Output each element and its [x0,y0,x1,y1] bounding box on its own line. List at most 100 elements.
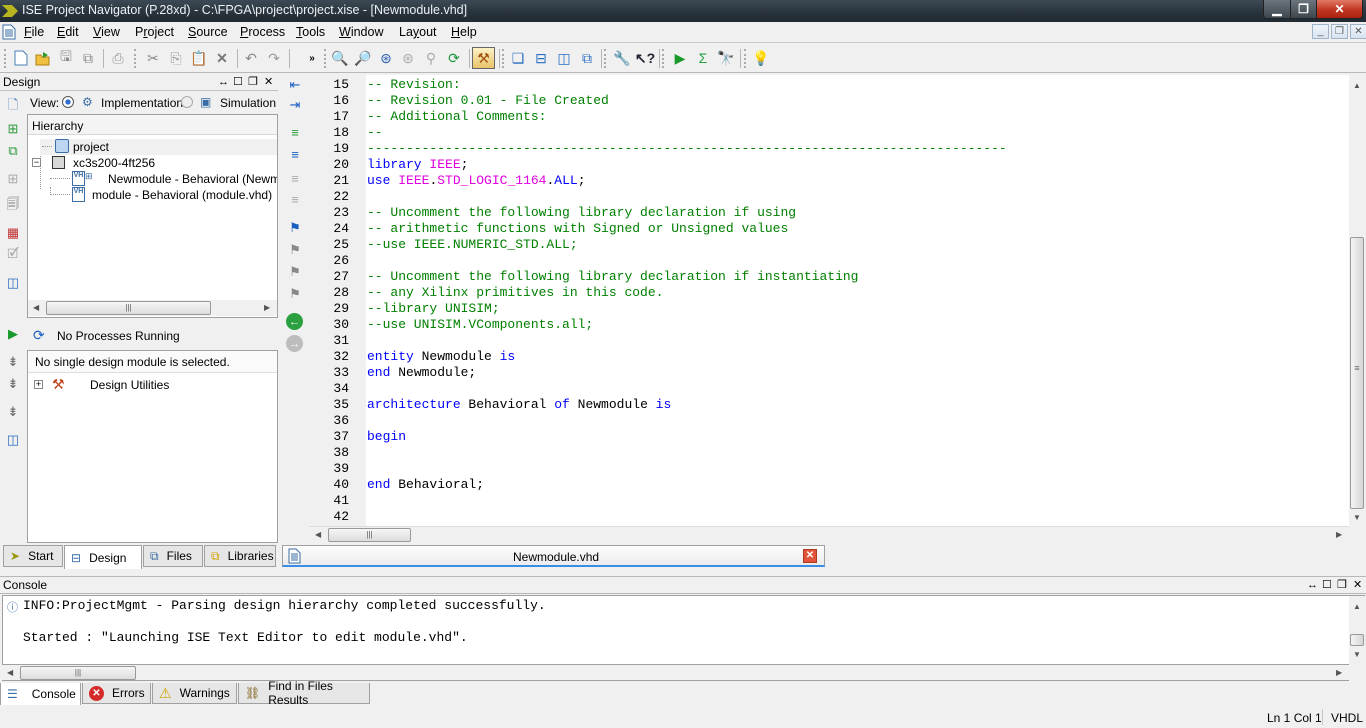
whats-this-button[interactable]: ↖? [635,48,655,68]
menu-view[interactable]: View [93,25,120,39]
document-icon[interactable] [2,24,16,40]
maximize-icon[interactable]: ☐ [233,74,243,91]
toolbar-grip[interactable] [744,49,746,68]
scroll-right-icon[interactable]: ▶ [1336,668,1342,677]
editor-file-tab[interactable]: Newmodule.vhd ✕ [282,545,825,567]
run-process-button[interactable]: ▶ [5,326,21,342]
scroll-left-icon[interactable]: ◀ [33,303,39,312]
zoom-out-button[interactable]: 🔎 [353,48,373,68]
rerun-all-button[interactable]: ⇟ [5,376,21,392]
expand-icon[interactable]: + [34,380,43,389]
simulation-label[interactable]: Simulation [220,96,276,110]
add-copy-source-button[interactable]: ⧉ [5,143,21,159]
float-icon[interactable]: ↔ [1307,577,1318,594]
explore-button[interactable]: 🔭 [716,48,736,68]
mdi-minimize-button[interactable]: _ [1312,24,1329,39]
copy-button[interactable]: ⎘ [166,48,186,68]
menu-file[interactable]: File [24,25,44,39]
tab-design[interactable]: ⊟ Design [64,545,142,569]
mdi-restore-button[interactable]: ❐ [1331,24,1348,39]
tile-vertical-button[interactable]: ◫ [554,48,574,68]
tree-item-project[interactable]: project [40,139,277,155]
stop-button[interactable]: ⇟ [5,404,21,420]
panel-layout-button[interactable]: ◫ [5,275,21,291]
menu-project[interactable]: Project [135,25,174,39]
maximize-icon[interactable]: ☐ [1322,577,1332,594]
zoom-selection-button[interactable]: ⊛ [398,48,418,68]
source-properties-button[interactable]: 🗐 [5,196,21,214]
scroll-down-icon[interactable]: ▼ [1353,650,1361,659]
toolbar-grip[interactable] [134,49,136,68]
redo-button[interactable]: ↷ [264,48,284,68]
scroll-left-icon[interactable]: ◀ [315,530,321,539]
view-report-button[interactable]: 🗹 [5,246,21,264]
rerun-button[interactable]: ⇟ [5,354,21,370]
menu-source[interactable]: Source [188,25,228,39]
cascade-windows-button[interactable]: ❏ [508,48,528,68]
implementation-label[interactable]: Implementation [101,96,183,110]
zoom-fit-button[interactable]: ⊛ [376,48,396,68]
menu-help[interactable]: Help [451,25,477,39]
menu-edit[interactable]: Edit [57,25,79,39]
tree-item-module[interactable]: VH module - Behavioral (module.vhd) [50,187,277,203]
console-output[interactable]: ⓘ INFO:ProjectMgmt - Parsing design hier… [2,595,1350,665]
float-icon[interactable]: ↔ [218,74,229,91]
tab-find-in-files[interactable]: ⛓ Find in Files Results [238,679,370,707]
menu-tools[interactable]: Tools [296,25,325,39]
indent-button[interactable]: ⇥ [287,97,303,113]
save-button[interactable]: 🖫 [56,48,76,68]
collapse-icon[interactable]: − [32,158,41,167]
zoom-in-button[interactable]: 🔍 [330,48,350,68]
toolbar-overflow-button[interactable]: » [302,48,322,68]
toggle-bookmark-button[interactable]: ⚑ [287,220,303,236]
hierarchy-hscrollbar[interactable]: ◀ ||| ▶ [28,300,277,316]
tree-item-device[interactable]: − xc3s200-4ft256 [32,155,277,171]
delete-button[interactable]: ✕ [212,48,232,68]
go-forward-button[interactable]: → [286,335,303,352]
scroll-thumb[interactable]: ||| [328,528,411,542]
design-summary-button[interactable]: ▦ [5,225,21,241]
scroll-left-icon[interactable]: ◀ [7,668,13,677]
summary-button[interactable]: Σ [693,48,713,68]
implementation-radio[interactable] [62,96,74,108]
close-button[interactable]: ✕ [1316,0,1363,19]
undo-button[interactable]: ↶ [241,48,261,68]
menu-window[interactable]: Window [339,25,383,39]
scroll-right-icon[interactable]: ▶ [264,303,270,312]
unindent-button[interactable]: ⇤ [287,77,303,93]
scroll-up-icon[interactable]: ▲ [1353,602,1361,611]
module-view-button[interactable]: ⊞ [5,171,21,187]
scroll-thumb[interactable]: ||| [46,301,211,315]
restore-icon[interactable]: ❐ [1337,577,1347,594]
tree-item-design-utilities[interactable]: + ⚒ Design Utilities [34,376,274,394]
open-button[interactable] [33,48,53,68]
tile-horizontal-button[interactable]: ⊟ [531,48,551,68]
clear-bookmarks-button[interactable]: ⚑ [287,286,303,302]
scroll-thumb[interactable] [1350,634,1364,646]
editor-vscrollbar[interactable]: ▲ ≡ ▼ [1349,75,1365,526]
go-back-button[interactable]: ← [286,313,303,330]
tab-libraries[interactable]: ⧉ Libraries [204,545,276,567]
mdi-close-button[interactable]: ✕ [1350,24,1366,39]
cut-button[interactable]: ✂ [143,48,163,68]
close-icon[interactable]: ✕ [1353,577,1362,594]
tab-files[interactable]: ⧉ Files [143,545,203,567]
save-all-button[interactable]: ⧉ [78,48,98,68]
scroll-right-icon[interactable]: ▶ [1336,530,1342,539]
prev-bookmark-button[interactable]: ⚑ [287,264,303,280]
next-bookmark-button[interactable]: ⚑ [287,242,303,258]
tab-start[interactable]: ➤ Start [3,545,63,567]
add-source-button[interactable]: ⊞ [5,121,21,137]
implement-top-button[interactable]: ⚒ [472,47,495,69]
scroll-down-icon[interactable]: ▼ [1353,513,1361,522]
simulation-radio[interactable] [181,96,193,108]
properties-button[interactable]: 🔧 [612,48,632,68]
tips-button[interactable]: 💡 [751,48,771,68]
scroll-up-icon[interactable]: ▲ [1353,81,1361,90]
menu-layout[interactable]: Layout [399,25,437,39]
code-editor[interactable]: 15 16 17 18 19 20 21 22 23 24 25 26 27 28 29 30 31 32 33 34… [309,75,1349,526]
paste-button[interactable]: 📋 [189,48,209,68]
scroll-thumb[interactable]: ||| [20,666,136,680]
print-button[interactable]: ⎙ [108,48,128,68]
restore-icon[interactable]: ❐ [248,74,258,91]
